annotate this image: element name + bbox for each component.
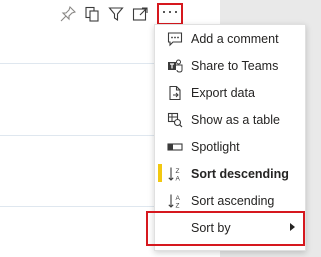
svg-text:Z: Z (176, 168, 180, 175)
menu-item-label: Share to Teams (191, 58, 279, 73)
more-options-icon: ··· (161, 1, 179, 21)
filter-icon[interactable] (107, 5, 125, 23)
sort-by-highlight (146, 211, 305, 246)
menu-item-sort-descending[interactable]: ZA Sort descending (155, 160, 305, 187)
teams-icon (166, 57, 184, 75)
menu-item-spotlight[interactable]: Spotlight (155, 133, 305, 160)
menu-item-label: Export data (191, 85, 255, 100)
svg-text:Z: Z (176, 202, 180, 209)
copy-icon[interactable] (83, 5, 101, 23)
menu-item-label: Show as a table (191, 112, 280, 127)
sort-descending-icon: ZA (166, 165, 184, 183)
sort-ascending-icon: AZ (166, 192, 184, 210)
menu-item-label: Sort ascending (191, 193, 275, 208)
comment-icon (166, 30, 184, 48)
menu-item-export-data[interactable]: Export data (155, 79, 305, 106)
active-indicator (158, 164, 162, 182)
focus-mode-icon[interactable] (131, 5, 149, 23)
menu-item-label: Add a comment (191, 31, 279, 46)
svg-text:A: A (176, 195, 181, 202)
menu-item-label: Sort descending (191, 166, 289, 181)
more-options-button[interactable]: ··· (157, 1, 183, 25)
svg-text:A: A (176, 175, 181, 182)
menu-item-show-as-table[interactable]: Show as a table (155, 106, 305, 133)
pin-icon[interactable] (59, 5, 77, 23)
menu-item-sort-ascending[interactable]: AZ Sort ascending (155, 187, 305, 214)
visual-header-toolbar (59, 4, 155, 24)
export-icon (166, 84, 184, 102)
spotlight-icon (166, 138, 184, 156)
table-icon (166, 111, 184, 129)
menu-item-share-teams[interactable]: Share to Teams (155, 52, 305, 79)
menu-item-add-comment[interactable]: Add a comment (155, 25, 305, 52)
menu-item-label: Spotlight (191, 139, 240, 154)
